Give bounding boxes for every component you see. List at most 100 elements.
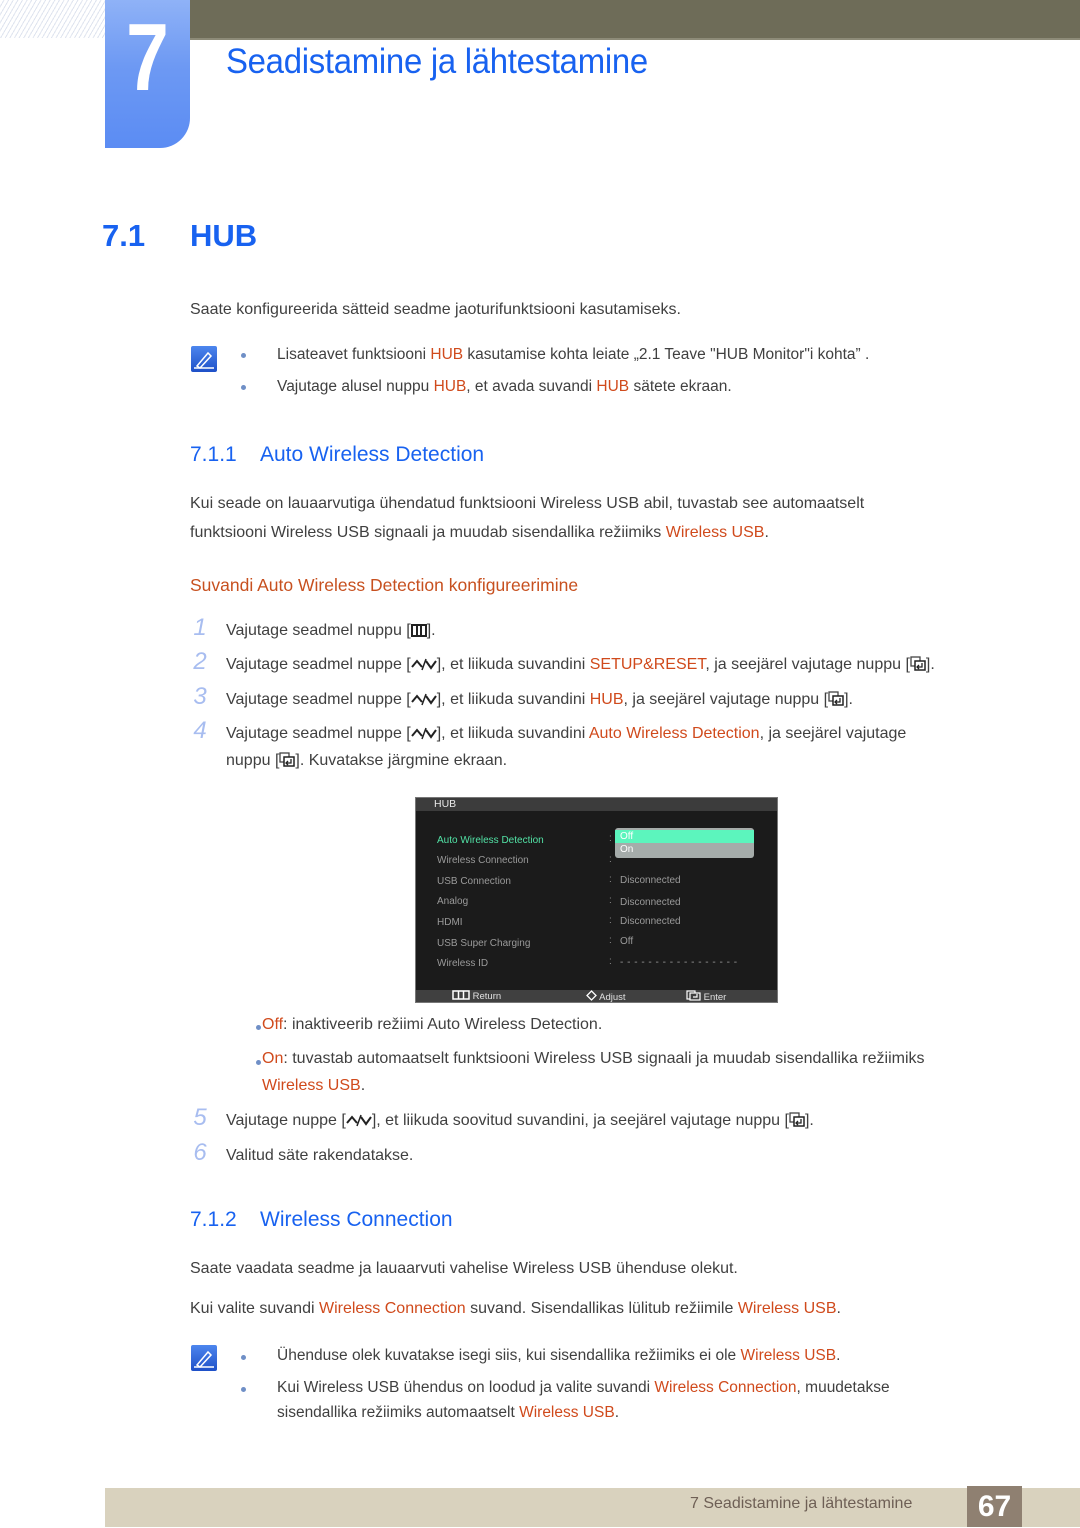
option-highlight: Wireless USB xyxy=(262,1077,361,1094)
page-number: 67 xyxy=(967,1486,1022,1527)
osd-row-usb-super-charging[interactable]: USB Super Charging xyxy=(437,938,530,949)
text: Kui valite suvandi xyxy=(190,1300,319,1317)
option-label: On xyxy=(262,1050,284,1067)
bullet-dot xyxy=(241,1387,246,1392)
note-text: Vajutage alusel nuppu xyxy=(277,378,434,395)
option-on-description: On: tuvastab automaatselt funktsiooni Wi… xyxy=(262,1045,925,1099)
note-text: . xyxy=(614,1404,619,1421)
paragraph-line: funktsiooni Wireless USB signaali ja muu… xyxy=(190,518,1020,547)
note-text: Kui Wireless USB ühendus on loodud ja va… xyxy=(277,1379,655,1396)
text: , ja seejärel vajutage nuppu [ xyxy=(623,691,829,708)
text: ]. xyxy=(804,1112,814,1129)
up-down-button-icon xyxy=(410,727,437,740)
note-item: Vajutage alusel nuppu HUB, et avada suva… xyxy=(277,374,732,399)
paragraph-line: Kui seade on lauaarvutiga ühendatud funk… xyxy=(190,495,865,512)
enter-button-icon xyxy=(279,752,296,767)
text: ]. xyxy=(426,622,436,639)
step-number: 1 xyxy=(193,614,207,641)
note-highlight: Wireless USB xyxy=(740,1347,837,1364)
menu-button-icon xyxy=(452,990,470,1000)
note-text: , muudetakse xyxy=(796,1379,890,1396)
highlight: Auto Wireless Detection xyxy=(588,725,760,742)
subsection-number: 7.1.1 xyxy=(190,443,237,466)
note-item: Ühenduse olek kuvatakse isegi siis, kui … xyxy=(277,1343,840,1368)
text: Vajutage seadmel nuppe [ xyxy=(226,656,411,673)
osd-colon: : xyxy=(609,915,612,926)
text: ], et liikuda suvandini xyxy=(436,656,590,673)
osd-option-off[interactable]: Off xyxy=(615,830,754,843)
osd-footer: Return Adjust Enter xyxy=(416,990,777,1004)
osd-row-auto-wireless-detection[interactable]: Auto Wireless Detection xyxy=(437,835,544,846)
text: , ja seejärel vajutage nuppu [ xyxy=(705,656,910,673)
highlight: HUB xyxy=(589,691,624,708)
bullet-dot xyxy=(241,353,246,358)
chapter-title: Seadistamine ja lähtestamine xyxy=(226,42,648,81)
osd-return: Return xyxy=(452,990,501,1003)
osd-option-on[interactable]: On xyxy=(615,843,754,856)
note-text: , et avada suvandi xyxy=(466,378,597,395)
subsection-paragraph: Kui valite suvandi Wireless Connection s… xyxy=(190,1294,1020,1323)
osd-colon: : xyxy=(609,874,612,885)
osd-adjust: Adjust xyxy=(586,990,626,1004)
step-text: Valitud säte rakendatakse. xyxy=(226,1147,414,1164)
note-text: sisendallika režiimiks automaatselt xyxy=(277,1404,520,1421)
note-text: kasutamise kohta leiate „2.1 Teave "HUB … xyxy=(463,346,870,363)
option-desc: : inaktiveerib režiimi Auto Wireless Det… xyxy=(283,1016,603,1033)
osd-row-wireless-connection[interactable]: Wireless Connection xyxy=(437,855,529,866)
section-intro: Saate konfigureerida sätteid seadme jaot… xyxy=(190,301,681,318)
subsection-title: Wireless Connection xyxy=(260,1208,453,1231)
text: nuppu [ xyxy=(226,752,280,769)
step-text: Vajutage seadmel nuppu []. xyxy=(226,617,436,644)
osd-row-usb-connection[interactable]: USB Connection xyxy=(437,876,511,887)
osd-value: Disconnected xyxy=(620,897,681,908)
osd-value: Disconnected xyxy=(620,916,681,927)
osd-row-analog[interactable]: Analog xyxy=(437,896,468,907)
up-down-button-icon xyxy=(410,658,437,671)
enter-button-icon xyxy=(686,990,701,1001)
subsection-paragraph: Kui seade on lauaarvutiga ühendatud funk… xyxy=(190,489,1020,547)
up-down-button-icon xyxy=(346,1114,372,1127)
note-text: Lisateavet funktsiooni xyxy=(277,346,431,363)
step-number: 3 xyxy=(193,683,207,710)
osd-menu-screenshot: HUB Auto Wireless Detection : Wireless C… xyxy=(415,797,778,1003)
text: Vajutage nuppe [ xyxy=(226,1112,346,1129)
note-icon xyxy=(191,1345,217,1371)
osd-row-hdmi[interactable]: HDMI xyxy=(437,917,463,928)
osd-dropdown[interactable]: Off On xyxy=(615,828,754,858)
osd-row-wireless-id[interactable]: Wireless ID xyxy=(437,958,488,969)
text: ], et liikuda suvandini xyxy=(436,691,590,708)
note-text: sätete ekraan. xyxy=(629,378,732,395)
osd-title: HUB xyxy=(416,798,777,811)
howto-title: Suvandi Auto Wireless Detection konfigur… xyxy=(190,575,579,595)
header-bar xyxy=(190,0,1080,40)
text: , ja seejärel vajutage xyxy=(759,725,907,742)
text: ], et liikuda suvandini xyxy=(436,725,589,742)
text: ], et liikuda soovitud suvandini, ja see… xyxy=(371,1112,789,1129)
text: Vajutage seadmel nuppe [ xyxy=(226,725,411,742)
osd-colon: : xyxy=(609,833,612,844)
step-number: 6 xyxy=(193,1139,207,1166)
text: Vajutage seadmel nuppu [ xyxy=(226,622,411,639)
up-down-button-icon xyxy=(410,693,437,706)
osd-value: Off xyxy=(620,936,634,947)
osd-enter-label: Enter xyxy=(703,992,727,1003)
note-highlight: Wireless USB xyxy=(519,1404,615,1421)
bullet-dot xyxy=(256,1060,261,1065)
highlight: Wireless USB xyxy=(737,1300,837,1317)
highlight: Wireless USB xyxy=(665,524,765,541)
chapter-number: 7 xyxy=(126,4,169,111)
diamond-icon xyxy=(586,990,597,1001)
footer-bar xyxy=(105,1488,1080,1527)
subsection-title: Auto Wireless Detection xyxy=(260,443,485,466)
note-icon xyxy=(191,346,217,372)
text: ]. xyxy=(925,656,935,673)
step-number: 5 xyxy=(193,1104,207,1131)
osd-colon: : xyxy=(609,956,612,967)
text: suvand. Sisendallikas lülitub režiimile xyxy=(465,1300,738,1317)
text: Vajutage seadmel nuppe [ xyxy=(226,691,411,708)
step-text: Vajutage seadmel nuppe [ ], et liikuda su… xyxy=(226,651,935,678)
text: . xyxy=(764,524,769,541)
enter-button-icon xyxy=(789,1112,805,1127)
step-text: Vajutage seadmel nuppe [ ], et liikuda su… xyxy=(226,686,853,713)
osd-value: - - - - - - - - - - - - - - - - - xyxy=(620,957,738,968)
